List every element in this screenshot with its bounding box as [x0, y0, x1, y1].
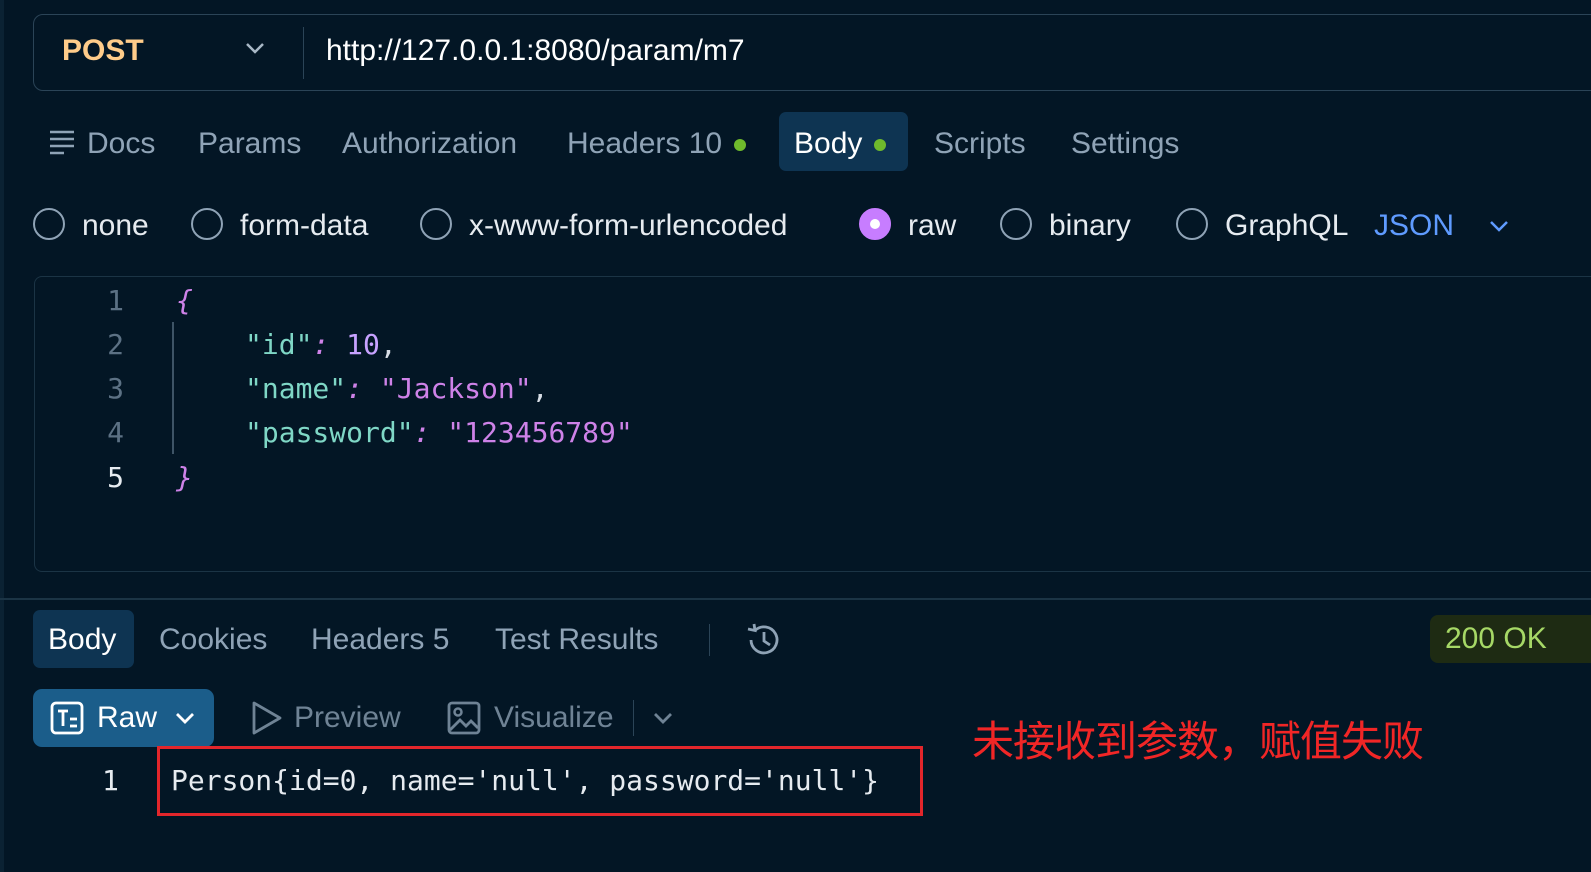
tab-authorization[interactable]: Authorization	[342, 124, 517, 164]
docs-icon	[50, 130, 74, 155]
radio-graphql-label: GraphQL	[1225, 209, 1349, 242]
raw-view-label: Raw	[97, 701, 158, 734]
json-value: "123456789"	[447, 416, 633, 449]
body-dot-icon	[874, 139, 887, 152]
json-key: "id"	[245, 328, 313, 361]
code-line: "name": "Jackson",	[245, 372, 549, 405]
status-badge: 200 OK	[1430, 615, 1591, 663]
open-brace: {	[176, 284, 193, 317]
response-tab-cookies[interactable]: Cookies	[159, 620, 267, 660]
tab-body-label: Body	[794, 127, 863, 160]
json-key: "password"	[245, 416, 414, 449]
line-number: 3	[107, 372, 124, 405]
pane-divider[interactable]	[0, 598, 1591, 600]
headers-dot-icon	[734, 139, 747, 152]
radio-none[interactable]	[33, 208, 65, 240]
status-text: 200 OK	[1445, 622, 1547, 655]
tab-body[interactable]: Body	[794, 124, 887, 164]
preview-button[interactable]: Preview	[294, 698, 401, 738]
close-brace: }	[176, 461, 193, 494]
json-key: "name"	[245, 372, 347, 405]
text-format-icon	[50, 701, 84, 735]
method-select[interactable]: POST	[62, 34, 144, 68]
tab-docs[interactable]: Docs	[87, 124, 155, 164]
radio-binary[interactable]	[1000, 208, 1032, 240]
image-icon	[447, 701, 481, 735]
response-tab-headers[interactable]: Headers 5	[311, 620, 449, 660]
tab-headers[interactable]: Headers 10	[567, 124, 747, 164]
code-line: "password": "123456789"	[245, 416, 633, 449]
radio-none-label: none	[82, 209, 149, 242]
indent-guide	[172, 322, 174, 454]
radio-form-data[interactable]	[191, 208, 223, 240]
response-tab-separator	[709, 624, 710, 656]
response-tab-body[interactable]: Body	[48, 620, 116, 660]
url-bar	[33, 14, 1591, 91]
code-line: {	[176, 284, 193, 317]
response-line-number: 1	[102, 764, 119, 797]
radio-urlencoded[interactable]	[420, 208, 452, 240]
raw-chevron-down-icon[interactable]	[174, 710, 196, 726]
radio-form-data-label: form-data	[240, 209, 369, 242]
history-icon[interactable]	[743, 620, 783, 660]
chevron-down-icon[interactable]	[244, 40, 266, 56]
code-line: "id": 10,	[245, 328, 397, 361]
url-separator	[303, 27, 304, 79]
visualize-chevron-down-icon[interactable]	[652, 710, 674, 726]
visualize-button[interactable]: Visualize	[494, 698, 614, 738]
line-number: 1	[107, 284, 124, 317]
format-select[interactable]: JSON	[1374, 206, 1454, 246]
radio-binary-label: binary	[1049, 209, 1131, 242]
radio-graphql[interactable]	[1176, 208, 1208, 240]
highlight-box	[157, 746, 923, 816]
visualize-separator	[633, 700, 634, 736]
line-number: 4	[107, 416, 124, 449]
format-chevron-down-icon[interactable]	[1488, 218, 1510, 234]
tab-params[interactable]: Params	[198, 124, 301, 164]
left-border	[0, 0, 4, 872]
radio-raw-label: raw	[908, 209, 957, 242]
tab-headers-label: Headers 10	[567, 127, 723, 160]
line-number: 5	[107, 461, 124, 494]
json-value: 10	[346, 328, 380, 361]
code-line: }	[176, 461, 193, 494]
response-tab-test-results[interactable]: Test Results	[495, 620, 658, 660]
line-number: 2	[107, 328, 124, 361]
tab-settings[interactable]: Settings	[1071, 124, 1179, 164]
tab-scripts[interactable]: Scripts	[934, 124, 1026, 164]
radio-raw[interactable]	[859, 208, 891, 240]
json-value: "Jackson"	[379, 372, 532, 405]
play-icon	[252, 701, 282, 735]
annotation-text: 未接收到参数，赋值失败	[972, 717, 1424, 766]
radio-urlencoded-label: x-www-form-urlencoded	[469, 209, 788, 242]
url-input[interactable]: http://127.0.0.1:8080/param/m7	[326, 34, 745, 68]
